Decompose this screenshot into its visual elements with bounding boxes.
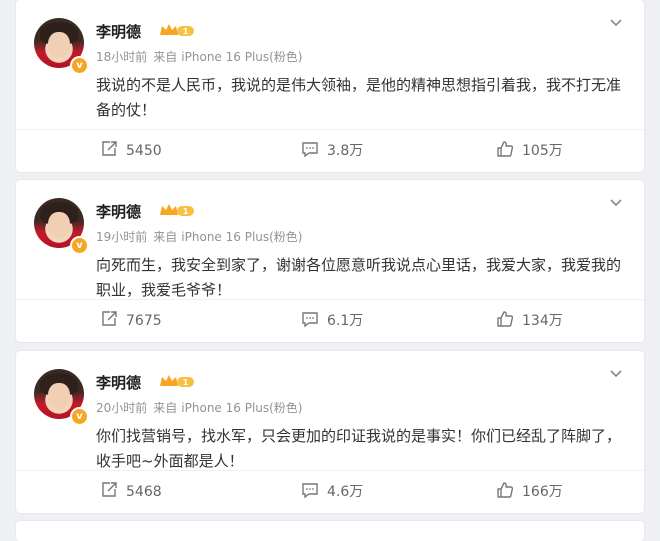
- like-icon: [497, 141, 514, 157]
- post-actions: 5468 4.6万 166万: [16, 470, 644, 513]
- comment-icon: [302, 312, 318, 328]
- comment-count: 6.1万: [327, 313, 364, 329]
- svg-text:1: 1: [183, 207, 189, 216]
- like-count: 166万: [522, 484, 563, 500]
- svg-text:1: 1: [183, 27, 189, 36]
- post-actions: 7675 6.1万 134万: [16, 299, 644, 342]
- post-meta: 18小时前 来自 iPhone 16 Plus(粉色): [96, 48, 303, 65]
- like-icon: [497, 482, 514, 498]
- author-name[interactable]: 李明德: [96, 21, 141, 42]
- comment-icon: [302, 483, 318, 499]
- repost-button[interactable]: 5468: [100, 471, 162, 513]
- author-name[interactable]: 李明德: [96, 201, 141, 222]
- comment-button[interactable]: 3.8万: [301, 130, 363, 172]
- weibo-post: v 李明德 1 19小时前 来自 iPhone 16 Plus(粉色) 向死而生，我…: [16, 180, 644, 342]
- chevron-down-icon[interactable]: [608, 14, 624, 30]
- author-name[interactable]: 李明德: [96, 372, 141, 393]
- like-button[interactable]: 166万: [496, 471, 563, 513]
- source-prefix: 来自: [153, 50, 178, 64]
- repost-icon: [102, 311, 117, 326]
- post-meta: 19小时前 来自 iPhone 16 Plus(粉色): [96, 228, 303, 245]
- repost-count: 5468: [126, 484, 162, 500]
- comment-icon: [302, 142, 318, 158]
- comment-button[interactable]: 4.6万: [301, 471, 363, 513]
- repost-icon: [102, 141, 117, 156]
- like-count: 134万: [522, 313, 563, 329]
- chevron-down-icon[interactable]: [608, 365, 624, 381]
- like-icon: [497, 311, 514, 327]
- post-time[interactable]: 18小时前: [96, 50, 147, 64]
- repost-count: 5450: [126, 143, 162, 159]
- crown-icon[interactable]: 1: [159, 374, 195, 388]
- like-button[interactable]: 105万: [496, 130, 563, 172]
- weibo-post: v 李明德 1 20小时前 来自 iPhone 16 Plus(粉色) 你们找营销号…: [16, 351, 644, 513]
- repost-icon: [102, 482, 117, 497]
- source-prefix: 来自: [153, 230, 178, 244]
- comment-count: 3.8万: [327, 143, 364, 159]
- post-time[interactable]: 20小时前: [96, 401, 147, 415]
- svg-text:1: 1: [183, 378, 189, 387]
- post-text: 我说的不是人民币，我说的是伟大领袖，是他的精神思想指引着我，我不打无准备的仗！: [96, 76, 622, 119]
- crown-icon[interactable]: 1: [159, 23, 195, 37]
- post-text: 向死而生，我安全到家了，谢谢各位愿意听我说点心里话，我爱大家，我爱我的职业，我爱…: [96, 256, 622, 299]
- post-source: iPhone 16 Plus(粉色): [181, 50, 303, 64]
- verified-badge-icon: v: [70, 407, 89, 426]
- repost-button[interactable]: 7675: [100, 300, 162, 342]
- repost-count: 7675: [126, 313, 162, 329]
- verified-badge-icon: v: [70, 236, 89, 255]
- weibo-post-partial: [16, 521, 644, 541]
- post-meta: 20小时前 来自 iPhone 16 Plus(粉色): [96, 399, 303, 416]
- verified-badge-icon: v: [70, 56, 89, 75]
- post-text: 你们找营销号，找水军，只会更加的印证我说的是事实！你们已经乱了阵脚了，收手吧~外…: [96, 427, 622, 470]
- chevron-down-icon[interactable]: [608, 194, 624, 210]
- crown-icon[interactable]: 1: [159, 203, 195, 217]
- post-actions: 5450 3.8万 105万: [16, 129, 644, 172]
- comment-count: 4.6万: [327, 484, 364, 500]
- like-button[interactable]: 134万: [496, 300, 563, 342]
- weibo-post: v 李明德 1 18小时前 来自 iPhone 16 Plus(粉色) 我说的不是人…: [16, 0, 644, 172]
- post-source: iPhone 16 Plus(粉色): [181, 401, 303, 415]
- source-prefix: 来自: [153, 401, 178, 415]
- comment-button[interactable]: 6.1万: [301, 300, 363, 342]
- post-time[interactable]: 19小时前: [96, 230, 147, 244]
- repost-button[interactable]: 5450: [100, 130, 162, 172]
- like-count: 105万: [522, 143, 563, 159]
- post-source: iPhone 16 Plus(粉色): [181, 230, 303, 244]
